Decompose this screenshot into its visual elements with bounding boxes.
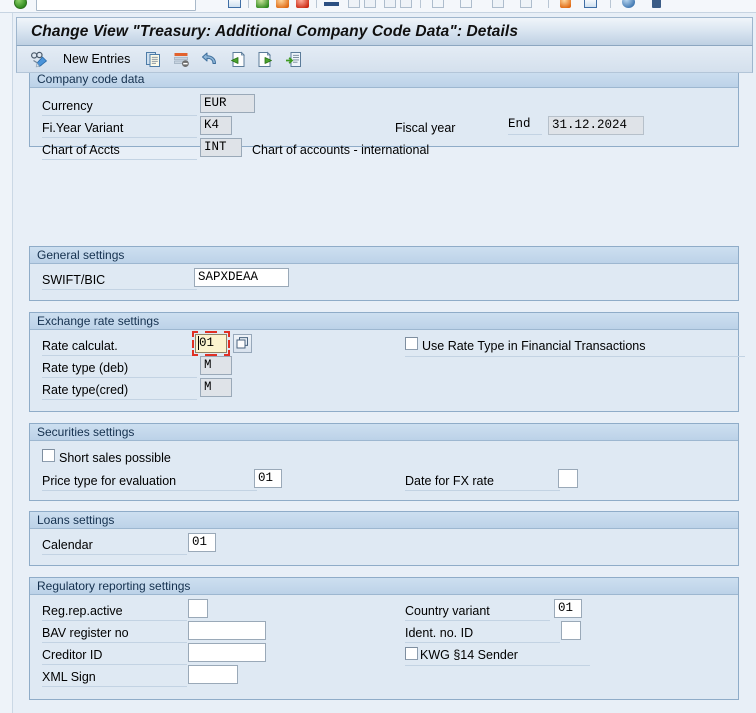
field-country-variant[interactable]: 01 — [554, 599, 582, 618]
checkbox-kwg-sender[interactable] — [405, 647, 418, 660]
sap-window-shell: Change View "Treasury: Additional Compan… — [13, 13, 756, 713]
field-rate-calculation-focus-frame: 01 — [192, 331, 230, 356]
create-session-icon[interactable] — [584, 0, 597, 8]
left-gutter — [0, 13, 13, 713]
save-icon[interactable] — [228, 0, 241, 8]
delete-row-icon — [173, 51, 191, 68]
system-toolbar-clipped — [0, 0, 756, 13]
find-icon[interactable] — [348, 0, 360, 8]
enter-icon[interactable] — [14, 0, 27, 9]
field-fiscal-year-variant[interactable]: K4 — [200, 116, 232, 135]
label-xml-sign: XML Sign — [42, 670, 96, 684]
group-company-code-data-header: Company code data — [30, 73, 738, 88]
new-entries-button[interactable]: New Entries — [53, 48, 140, 71]
last-page-icon[interactable] — [460, 0, 472, 8]
cancel-icon[interactable] — [296, 0, 309, 8]
field-ident-no-id[interactable] — [561, 621, 581, 640]
field-swift-bic[interactable]: SAPXDEAA — [194, 268, 289, 287]
label-price-type-for-evaluation: Price type for evaluation — [42, 474, 177, 488]
label-kwg-sender: KWG §14 Sender — [420, 648, 518, 662]
glasses-pencil-icon — [30, 51, 48, 68]
display-change-button[interactable] — [25, 48, 53, 71]
find-next-icon[interactable] — [364, 0, 376, 8]
group-loans-settings-header: Loans settings — [30, 512, 738, 529]
window-title-bar: Change View "Treasury: Additional Compan… — [16, 17, 753, 46]
label-fiscal-year-variant: Fi.Year Variant — [42, 121, 124, 135]
field-bav-register-no[interactable] — [188, 621, 266, 640]
group-securities-settings-header: Securities settings — [30, 424, 738, 441]
field-reg-rep-active[interactable] — [188, 599, 208, 618]
group-securities-settings: Securities settings Short sales possible… — [29, 423, 739, 501]
field-creditor-id[interactable] — [188, 643, 266, 662]
label-creditor-id: Creditor ID — [42, 648, 103, 662]
field-price-type-for-evaluation[interactable]: 01 — [254, 469, 282, 488]
field-date-for-fx-rate[interactable] — [558, 469, 578, 488]
label-rate-calculation: Rate calculat. — [42, 339, 118, 353]
label-bav-register-no: BAV register no — [42, 626, 129, 640]
first-page-icon[interactable] — [384, 0, 396, 8]
next-page-icon[interactable] — [432, 0, 444, 8]
group-company-code-data: Company code data Currency EUR Fi.Year V… — [29, 73, 739, 160]
page-title: Change View "Treasury: Additional Compan… — [31, 22, 519, 40]
label-rate-type-cred: Rate type(cred) — [42, 383, 129, 397]
field-fiscal-year-end-date: 31.12.2024 — [548, 116, 644, 135]
next-entry-icon — [257, 51, 275, 68]
label-swift-bic: SWIFT/BIC — [42, 273, 106, 287]
field-xml-sign[interactable] — [188, 665, 238, 684]
text-cursor — [198, 336, 199, 350]
label-fiscal-year-end: End — [508, 116, 542, 135]
copy-icon — [145, 51, 163, 68]
command-field[interactable] — [36, 0, 196, 11]
new-entries-label: New Entries — [63, 52, 131, 66]
label-use-rate-type: Use Rate Type in Financial Transactions — [422, 339, 646, 353]
group-regulatory-reporting-settings: Regulatory reporting settings Reg.rep.ac… — [29, 577, 739, 700]
label-chart-of-accts: Chart of Accts — [42, 143, 120, 157]
customize-local-layout-icon[interactable] — [560, 0, 571, 8]
field-rate-type-deb[interactable]: M — [200, 356, 232, 375]
create-mode-icon[interactable] — [492, 0, 504, 8]
field-chart-of-accts[interactable]: INT — [200, 138, 242, 157]
group-exchange-rate-settings-header: Exchange rate settings — [30, 313, 738, 330]
exit-icon[interactable] — [276, 0, 289, 8]
next-entry-button[interactable] — [252, 48, 280, 71]
field-calendar[interactable]: 01 — [188, 533, 216, 552]
label-fiscal-year: Fiscal year — [395, 121, 456, 135]
checkbox-short-sales-possible[interactable] — [42, 449, 55, 462]
field-rate-type-cred[interactable]: M — [200, 378, 232, 397]
label-ident-no-id: Ident. no. ID — [405, 626, 474, 640]
details-icon — [285, 51, 303, 68]
group-general-settings-header: General settings — [30, 247, 738, 264]
label-short-sales-possible: Short sales possible — [59, 451, 171, 465]
help-icon[interactable] — [622, 0, 635, 8]
group-general-settings: General settings SWIFT/BIC SAPXDEAA — [29, 246, 739, 301]
undo-button[interactable] — [196, 48, 224, 71]
group-regulatory-reporting-settings-header: Regulatory reporting settings — [30, 578, 738, 595]
print-icon[interactable] — [324, 2, 339, 6]
previous-page-icon[interactable] — [400, 0, 412, 8]
field-currency[interactable]: EUR — [200, 94, 255, 113]
details-button[interactable] — [280, 48, 308, 71]
previous-entry-button[interactable] — [224, 48, 252, 71]
label-reg-rep-active: Reg.rep.active — [42, 604, 123, 618]
checkbox-use-rate-type[interactable] — [405, 337, 418, 350]
label-date-for-fx-rate: Date for FX rate — [405, 474, 494, 488]
copy-button[interactable] — [140, 48, 168, 71]
label-rate-type-deb: Rate type (deb) — [42, 361, 129, 375]
delete-mode-icon[interactable] — [520, 0, 532, 8]
field-rate-calculation[interactable]: 01 — [195, 334, 227, 353]
group-exchange-rate-settings: Exchange rate settings Rate calculat. 01 — [29, 312, 745, 412]
application-toolbar: New Entries — [16, 46, 753, 73]
label-currency: Currency — [42, 99, 93, 113]
undo-icon — [201, 51, 219, 68]
value-help-button-rate-calculation[interactable] — [233, 334, 252, 353]
label-country-variant: Country variant — [405, 604, 490, 618]
delete-row-button[interactable] — [168, 48, 196, 71]
back-icon[interactable] — [256, 0, 269, 8]
form-scroll-area: Company code data Currency EUR Fi.Year V… — [16, 73, 753, 705]
text-chart-of-accts-description: Chart of accounts - international — [252, 143, 430, 157]
previous-entry-icon — [229, 51, 247, 68]
user-icon[interactable] — [652, 0, 661, 8]
label-calendar: Calendar — [42, 538, 93, 552]
group-loans-settings: Loans settings Calendar 01 — [29, 511, 739, 566]
